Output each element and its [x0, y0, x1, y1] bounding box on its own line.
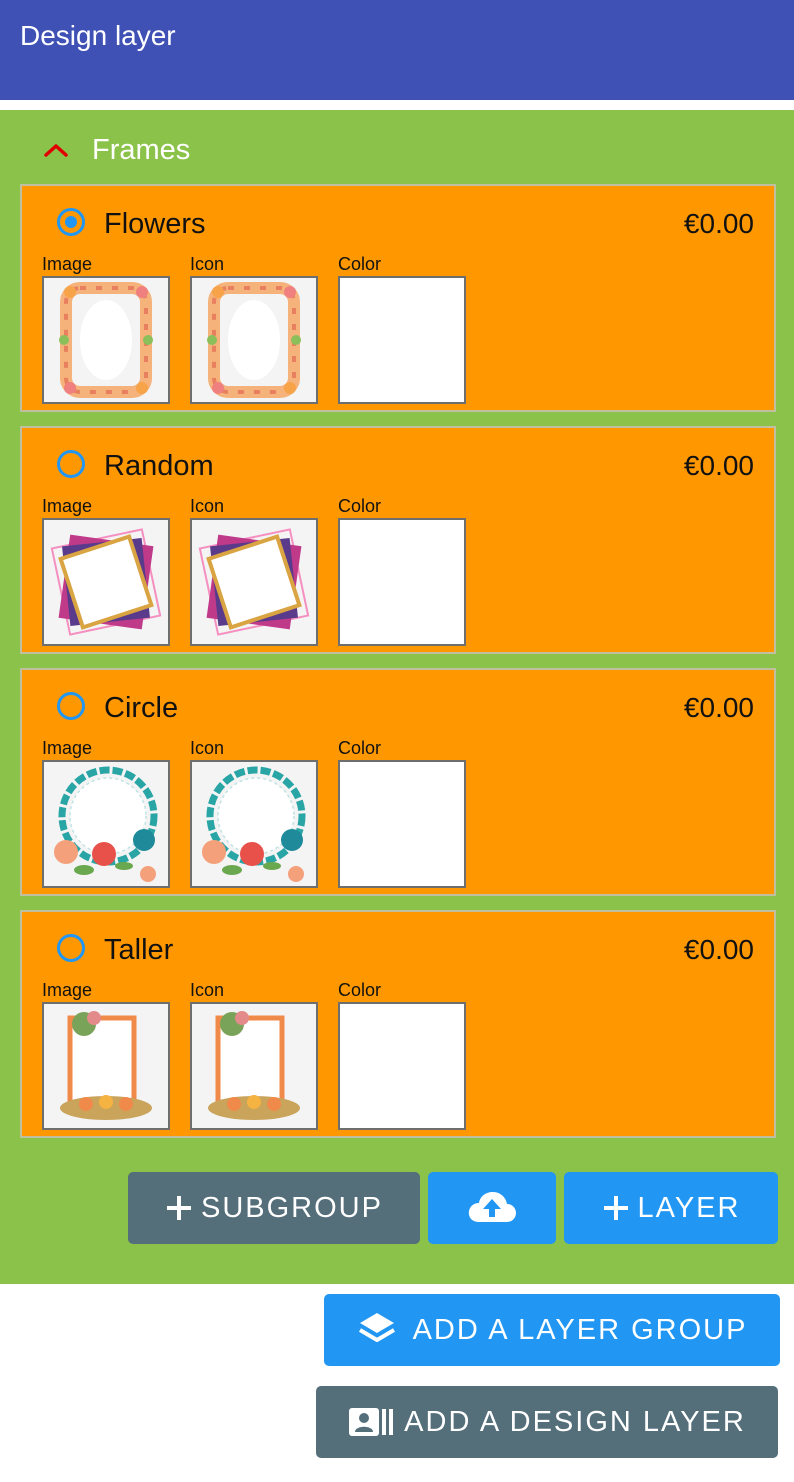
add-subgroup-button[interactable]: SUBGROUP [128, 1172, 420, 1244]
icon-thumbnail[interactable] [190, 1002, 318, 1130]
color-label: Color [338, 254, 382, 274]
layer-price: €0.00 [683, 934, 754, 965]
color-label: Color [338, 738, 382, 758]
add-layer-group-button[interactable]: ADD A LAYER GROUP [324, 1294, 780, 1366]
page-title: Design layer [20, 20, 176, 51]
image-label: Image [42, 738, 93, 758]
layer-name: Taller [104, 934, 174, 966]
layer-item-taller: Taller €0.00 Image Icon Color [20, 910, 776, 1138]
image-label: Image [42, 254, 93, 274]
upload-button[interactable] [428, 1172, 556, 1244]
color-label: Color [338, 496, 382, 516]
group-header[interactable]: Frames [40, 130, 190, 170]
image-label: Image [42, 496, 93, 516]
add-layer-button[interactable]: LAYER [564, 1172, 778, 1244]
layer-price: €0.00 [683, 692, 754, 723]
add-design-layer-label: ADD A DESIGN LAYER [404, 1405, 746, 1438]
layer-price: €0.00 [683, 208, 754, 239]
icon-thumbnail[interactable] [190, 276, 318, 404]
layer-price: €0.00 [683, 450, 754, 481]
add-design-layer-button[interactable]: ADD A DESIGN LAYER [316, 1386, 778, 1458]
layer-item-flowers: Flowers €0.00 Image Icon Color [20, 184, 776, 412]
layer-radio[interactable] [57, 934, 85, 962]
icon-label: Icon [190, 496, 225, 516]
cloud-upload-icon [466, 1190, 518, 1227]
image-thumbnail[interactable] [42, 1002, 170, 1130]
plus-icon [602, 1194, 630, 1222]
group-title: Frames [92, 133, 191, 166]
layer-group-frames: Frames Flowers €0.00 Image Icon Color Ra… [0, 110, 794, 1284]
image-thumbnail[interactable] [42, 276, 170, 404]
add-layer-group-label: ADD A LAYER GROUP [412, 1313, 748, 1346]
layer-item-random: Random €0.00 Image Icon Color [20, 426, 776, 654]
color-swatch[interactable] [338, 518, 466, 646]
layer-name: Flowers [104, 208, 206, 240]
layer-radio[interactable] [57, 450, 85, 478]
app-header: Design layer [0, 0, 794, 100]
color-swatch[interactable] [338, 1002, 466, 1130]
icon-thumbnail[interactable] [190, 760, 318, 888]
layer-radio[interactable] [57, 208, 85, 236]
layers-icon [357, 1311, 397, 1349]
icon-label: Icon [190, 980, 225, 1000]
layer-name: Circle [104, 692, 179, 724]
image-label: Image [42, 980, 93, 1000]
add-layer-label: LAYER [637, 1191, 741, 1224]
color-swatch[interactable] [338, 760, 466, 888]
image-thumbnail[interactable] [42, 518, 170, 646]
chevron-up-icon[interactable] [40, 138, 72, 162]
contact-card-icon [348, 1407, 394, 1437]
image-thumbnail[interactable] [42, 760, 170, 888]
layer-item-circle: Circle €0.00 Image Icon Color [20, 668, 776, 896]
icon-label: Icon [190, 738, 225, 758]
icon-label: Icon [190, 254, 225, 274]
layer-radio[interactable] [57, 692, 85, 720]
layer-name: Random [104, 450, 214, 482]
add-subgroup-label: SUBGROUP [201, 1191, 383, 1224]
icon-thumbnail[interactable] [190, 518, 318, 646]
plus-icon [165, 1194, 193, 1222]
color-swatch[interactable] [338, 276, 466, 404]
color-label: Color [338, 980, 382, 1000]
